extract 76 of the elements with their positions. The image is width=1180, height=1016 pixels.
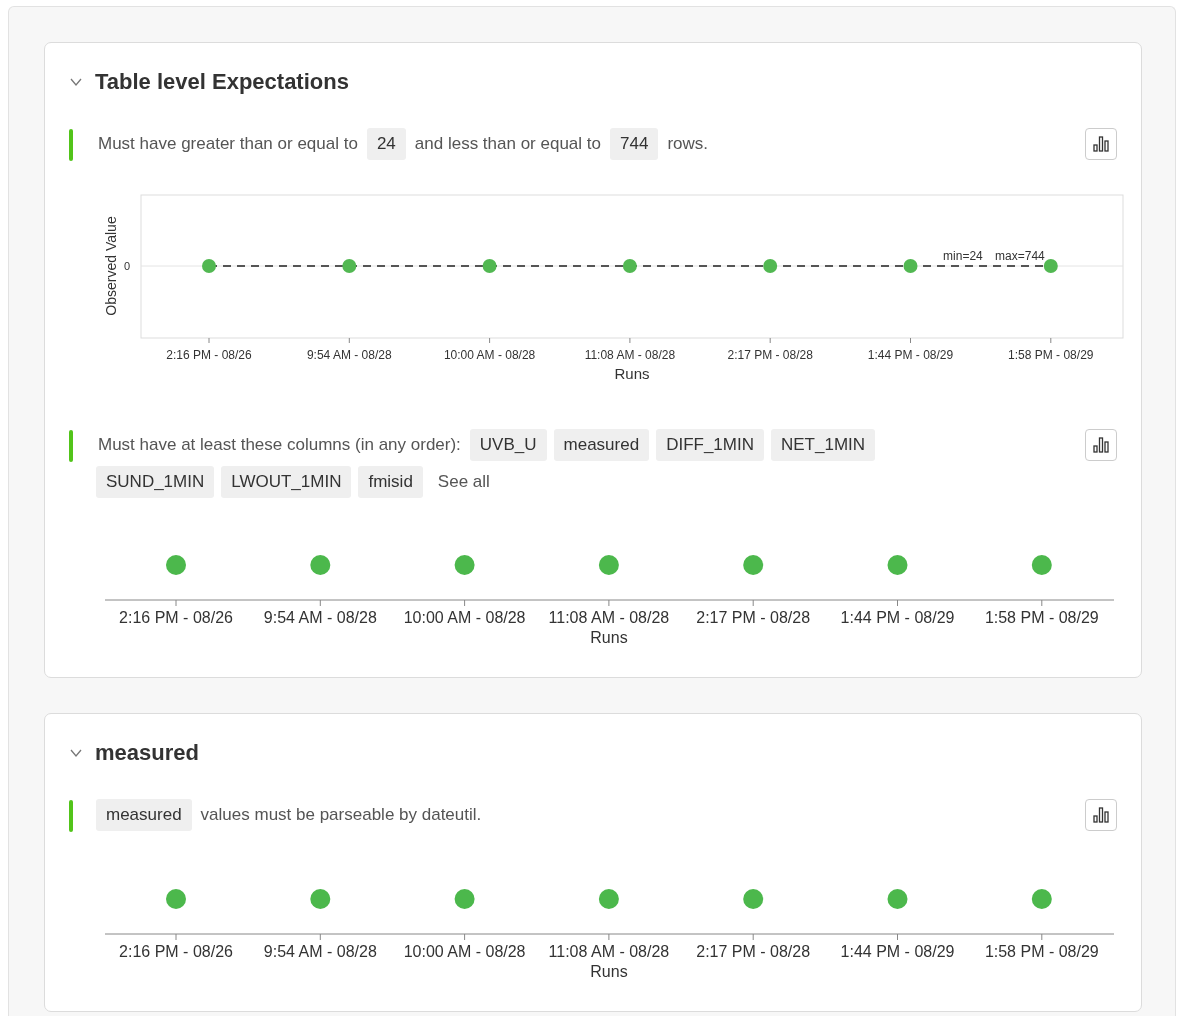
tick-label: 10:00 AM - 08/28 [443,348,536,362]
bar-chart-icon [1092,135,1110,153]
tick-label: 1:58 PM - 08/29 [984,943,1099,960]
data-point [166,555,186,575]
axis-title: Runs [590,963,628,980]
status-bar [69,430,73,462]
tick-label: 2:17 PM - 08/28 [727,348,813,362]
column-tag: fmisid [358,466,423,498]
data-point [1031,889,1052,909]
tick-label: 2:16 PM - 08/26 [119,609,233,626]
section-title: Table level Expectations [95,69,349,95]
expectation-text: values must be parseable by dateutil. [199,804,483,826]
expectation-text: Must have at least these columns (in any order): [97,434,462,456]
expectation-text: and less than or equal to [413,133,602,155]
column-tag: 24 [366,128,406,160]
data-point [310,555,331,575]
axis-title: Runs [590,629,628,646]
tick-label: 10:00 AM - 08/28 [403,943,526,960]
tick-label: 1:44 PM - 08/29 [867,348,954,362]
tick-label: 1:58 PM - 08/29 [1008,348,1094,362]
tick-label: 9:54 AM - 08/28 [263,943,377,960]
threshold-label: max=744 [995,249,1045,263]
column-tag: NET_1MIN [771,429,876,461]
data-point [482,259,497,273]
data-point [622,259,637,273]
tick-label: 0 [123,260,130,272]
tick-label: 1:44 PM - 08/29 [840,943,955,960]
data-point [202,259,216,273]
tick-label: 2:17 PM - 08/28 [696,943,811,960]
tick-label: 11:08 AM - 08/28 [548,609,670,626]
see-all-link[interactable]: See all [429,466,498,498]
data-point [887,555,908,575]
tick-label: 1:44 PM - 08/29 [840,609,955,626]
tick-label: 9:54 AM - 08/28 [263,609,377,626]
chart-toggle-button[interactable] [1085,429,1117,461]
bar-chart-icon [1092,806,1110,824]
data-point [1031,555,1052,575]
data-point [598,555,619,575]
status-bar [69,129,73,161]
data-point [342,259,357,273]
axis-title: Runs [614,365,650,382]
tick-label: 10:00 AM - 08/28 [403,609,526,626]
data-point [1043,259,1058,273]
bar-chart-icon [1092,436,1110,454]
data-point [763,259,778,273]
data-point [743,555,764,575]
column-tag: UVB_U [469,429,547,461]
column-tag: 744 [610,128,659,160]
threshold-label: min=24 [943,249,983,263]
data-point [454,889,475,909]
tick-label: 9:54 AM - 08/28 [306,348,392,362]
data-point [598,889,619,909]
data-point [903,259,918,273]
data-point [887,889,908,909]
tick-label: 2:16 PM - 08/26 [119,943,233,960]
data-point [166,889,186,909]
column-tag: measured [553,429,650,461]
tick-label: 2:16 PM - 08/26 [166,348,252,362]
tick-label: 1:58 PM - 08/29 [984,609,1099,626]
tick-label: 11:08 AM - 08/28 [584,348,676,362]
chart-toggle-button[interactable] [1085,799,1117,831]
section-title: measured [95,740,199,766]
axis-title: Observed Value [103,216,119,316]
status-bar [69,800,73,832]
column-tag: DIFF_1MIN [656,429,764,461]
tick-label: 2:17 PM - 08/28 [696,609,811,626]
data-point [454,555,475,575]
expectation-text: Must have greater than or equal to [97,133,359,155]
data-point [310,889,331,909]
column-tag: LWOUT_1MIN [221,466,352,498]
column-tag: measured [96,799,192,831]
chart-toggle-button[interactable] [1085,128,1117,160]
tick-label: 11:08 AM - 08/28 [548,943,670,960]
expectation-text: rows. [666,133,709,155]
column-tag: SUND_1MIN [96,466,215,498]
data-point [743,889,764,909]
